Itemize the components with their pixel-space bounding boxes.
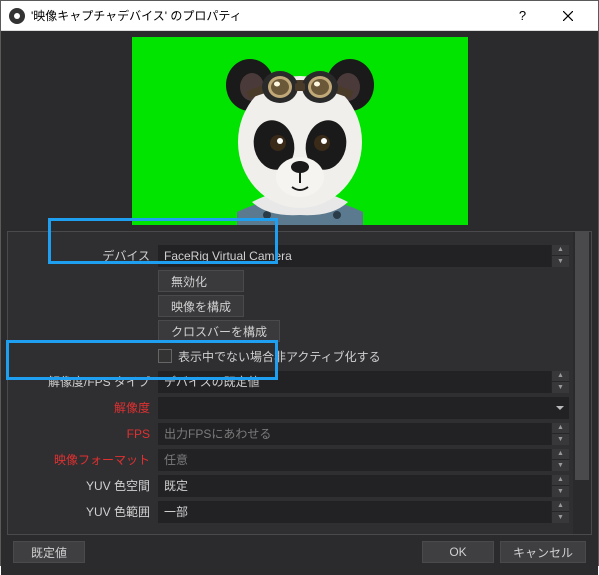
- cancel-button[interactable]: キャンセル: [500, 541, 586, 563]
- resolution-label: 解像度: [8, 399, 158, 416]
- close-icon: [563, 11, 573, 21]
- resfps-label: 解像度/FPS タイプ: [8, 373, 158, 390]
- device-select[interactable]: FaceRig Virtual Camera ▲▼: [158, 245, 569, 267]
- dialog-footer: 既定値 OK キャンセル: [7, 535, 592, 569]
- yuvrange-select[interactable]: 一部 ▲▼: [158, 501, 569, 523]
- fps-value: 出力FPSにあわせる: [164, 425, 271, 442]
- app-icon: [9, 8, 25, 24]
- ok-button[interactable]: OK: [422, 541, 494, 563]
- deactivate-label: 表示中でない場合非アクティブ化する: [178, 348, 381, 365]
- videoformat-value: 任意: [164, 451, 188, 468]
- videoformat-label: 映像フォーマット: [8, 451, 158, 468]
- videoformat-select[interactable]: 任意 ▲▼: [158, 449, 569, 471]
- yuvrange-value: 一部: [164, 503, 188, 520]
- config-video-button[interactable]: 映像を構成: [158, 295, 244, 317]
- scrollbar-thumb[interactable]: [575, 232, 589, 480]
- yuvspace-select[interactable]: 既定 ▲▼: [158, 475, 569, 497]
- resfps-select[interactable]: デバイスの既定値 ▲▼: [158, 371, 569, 393]
- yuvspace-label: YUV 色空間: [8, 477, 158, 494]
- fps-label: FPS: [8, 427, 158, 441]
- help-button[interactable]: ?: [500, 1, 545, 31]
- yuvspace-value: 既定: [164, 477, 188, 494]
- fps-select[interactable]: 出力FPSにあわせる ▲▼: [158, 423, 569, 445]
- disable-button[interactable]: 無効化: [158, 270, 244, 292]
- yuvrange-label: YUV 色範囲: [8, 503, 158, 520]
- resfps-value: デバイスの既定値: [164, 373, 260, 390]
- video-preview: [132, 37, 468, 225]
- close-button[interactable]: [545, 1, 590, 31]
- properties-panel: デバイス FaceRig Virtual Camera ▲▼ 無効化 映像を構成…: [7, 231, 592, 535]
- titlebar: '映像キャプチャデバイス' のプロパティ ?: [1, 1, 598, 31]
- deactivate-checkbox[interactable]: 表示中でない場合非アクティブ化する: [158, 345, 381, 367]
- device-label: デバイス: [8, 247, 158, 264]
- resolution-select[interactable]: [158, 397, 569, 419]
- window-title: '映像キャプチャデバイス' のプロパティ: [31, 7, 500, 24]
- chevron-down-icon: [551, 397, 569, 419]
- checkbox-icon: [158, 349, 172, 363]
- device-value: FaceRig Virtual Camera: [164, 249, 292, 263]
- config-crossbar-button[interactable]: クロスバーを構成: [158, 320, 280, 342]
- vertical-scrollbar[interactable]: [573, 232, 591, 534]
- defaults-button[interactable]: 既定値: [13, 541, 85, 563]
